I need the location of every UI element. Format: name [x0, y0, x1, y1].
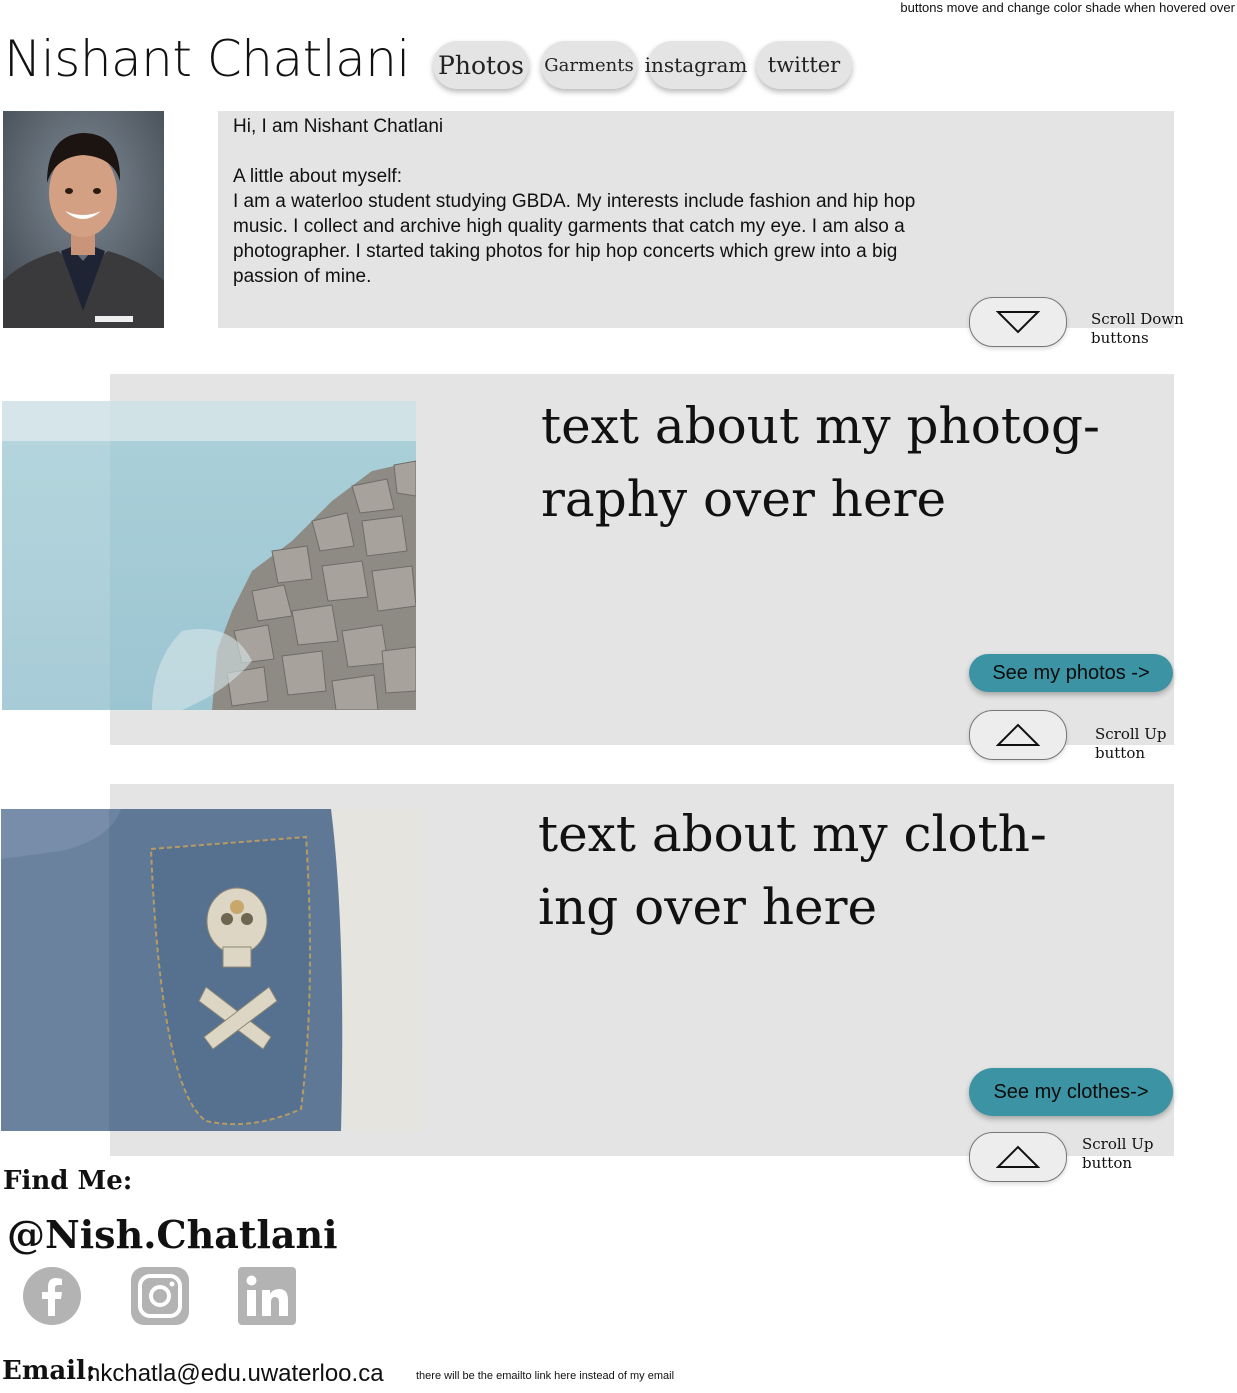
nav-twitter-button[interactable]: twitter [756, 41, 852, 89]
nav-photos-button[interactable]: Photos [433, 41, 529, 89]
about-subtitle: A little about myself: [233, 166, 402, 187]
see-clothes-button[interactable]: See my clothes-> [969, 1068, 1173, 1116]
nav-garments-button[interactable]: Garments [541, 41, 637, 89]
photography-image [2, 401, 416, 710]
triangle-up-icon [996, 1145, 1040, 1168]
see-photos-button[interactable]: See my photos -> [969, 654, 1173, 692]
scroll-up-button[interactable] [969, 710, 1067, 760]
instagram-icon[interactable] [130, 1266, 190, 1326]
about-greeting: Hi, I am Nishant Chatlani [233, 116, 444, 137]
find-me-heading: Find Me: [3, 1166, 133, 1196]
scroll-down-button[interactable] [969, 297, 1067, 347]
triangle-up-icon [996, 723, 1040, 746]
scroll-up-note: Scroll Up button [1095, 725, 1167, 762]
scroll-up-note-clothing: Scroll Up button [1082, 1135, 1154, 1172]
email-link[interactable]: nkchatla@edu.uwaterloo.ca [87, 1360, 384, 1388]
scroll-up-button-clothing[interactable] [969, 1132, 1067, 1182]
hover-note: buttons move and change color shade when… [900, 0, 1235, 15]
social-handle: @Nish.Chatlani [7, 1212, 338, 1257]
scroll-down-note: Scroll Down buttons [1091, 310, 1184, 347]
triangle-down-icon [996, 311, 1040, 334]
photography-heading: text about my photog- raphy over here [541, 397, 1100, 528]
facebook-icon[interactable] [22, 1266, 82, 1326]
site-title[interactable]: Nishant Chatlani [4, 30, 410, 88]
email-label: Email: [2, 1356, 96, 1386]
nav-instagram-button[interactable]: instagram [645, 41, 747, 89]
linkedin-icon[interactable] [237, 1266, 297, 1326]
email-note: there will be the emailto link here inst… [416, 1370, 675, 1382]
about-body: I am a waterloo student studying GBDA. M… [233, 191, 916, 287]
profile-photo [3, 111, 164, 328]
about-text: Hi, I am Nishant Chatlani A little about… [233, 114, 953, 289]
clothing-heading: text about my cloth- ing over here [538, 805, 1047, 936]
clothing-image [1, 809, 422, 1131]
